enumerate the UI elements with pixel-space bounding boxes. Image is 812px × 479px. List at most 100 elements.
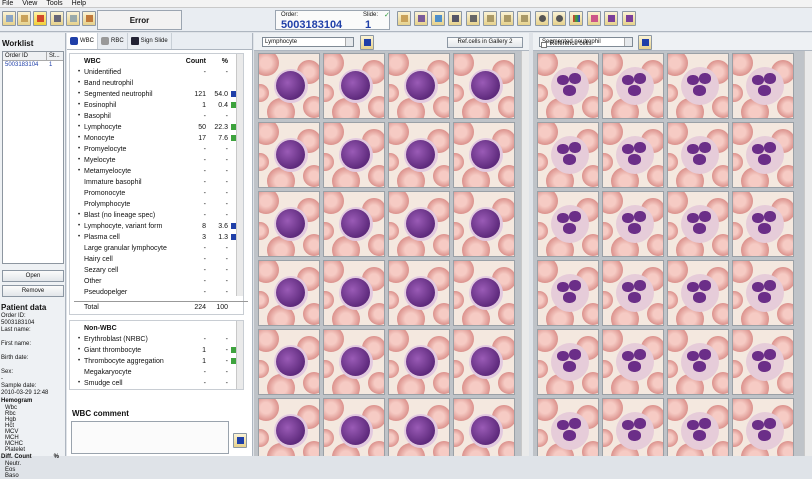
tab-rbc[interactable]: RBC <box>98 33 128 49</box>
menu-help[interactable]: Help <box>72 0 86 7</box>
cell-image[interactable]: 4 <box>732 53 794 119</box>
table-row[interactable]: 5003183104 1 <box>3 61 63 69</box>
cell-image[interactable]: 14 <box>323 260 385 326</box>
classification-row[interactable]: • Monocyte 17 7.6 <box>74 133 248 144</box>
cell-image[interactable]: 9 <box>258 191 320 257</box>
overlay-icon[interactable] <box>587 11 601 26</box>
cell-image[interactable]: 23 <box>388 398 450 456</box>
folder-icon[interactable] <box>17 11 31 26</box>
cell-icon[interactable] <box>604 11 618 26</box>
classification-row[interactable]: • Myelocyte - - <box>74 155 248 166</box>
menu-tools[interactable]: Tools <box>46 0 62 7</box>
cell-image[interactable]: 6 <box>602 122 664 188</box>
classification-row[interactable]: • Thrombocyte aggregation 1 - <box>74 356 248 367</box>
classification-row[interactable]: • Lymphocyte 50 22.3 <box>74 122 248 133</box>
classification-row[interactable]: Hairy cell - - <box>74 254 248 265</box>
settings-icon[interactable] <box>66 11 80 26</box>
classification-row[interactable]: Other - - <box>74 276 248 287</box>
cell-image[interactable]: 13 <box>258 260 320 326</box>
cell-image[interactable]: 13 <box>537 260 599 326</box>
report-icon[interactable] <box>82 11 96 26</box>
menu-file[interactable]: File <box>2 0 13 7</box>
classification-row[interactable]: • Metamyelocyte - - <box>74 166 248 177</box>
cell-select-icon[interactable] <box>622 11 636 26</box>
cell-image[interactable]: 22 <box>602 398 664 456</box>
grid-small-icon[interactable] <box>483 11 497 26</box>
tab-wbc[interactable]: WBC <box>67 33 98 49</box>
chart-icon[interactable] <box>448 11 462 26</box>
cell-image[interactable]: 4 <box>453 53 515 119</box>
column-order-id[interactable]: Order ID <box>3 52 47 60</box>
gallery-scrollbar[interactable] <box>804 51 812 456</box>
cell-image[interactable]: 3 <box>388 53 450 119</box>
cell-image[interactable]: 17 <box>258 329 320 395</box>
wbc-table[interactable]: WBC Count % • Unidentified - - • Band ne… <box>69 53 248 315</box>
gallery2-book-icon[interactable] <box>638 35 652 50</box>
cell-image[interactable]: 3 <box>667 53 729 119</box>
cell-image[interactable]: 11 <box>667 191 729 257</box>
cell-image[interactable]: 23 <box>667 398 729 456</box>
classification-row[interactable]: • Plasma cell 3 1.3 <box>74 232 248 243</box>
cell-image[interactable]: 6 <box>323 122 385 188</box>
cell-image[interactable]: 5 <box>258 122 320 188</box>
gallery-scrollbar[interactable] <box>521 51 529 456</box>
gallery1[interactable]: 123456789101112131415161718192021222324 <box>254 51 529 456</box>
cell-image[interactable]: 20 <box>732 329 794 395</box>
cell-image[interactable]: 21 <box>537 398 599 456</box>
cell-image[interactable]: 20 <box>453 329 515 395</box>
nonwbc-table[interactable]: Non-WBC • Erythroblast (NRBC) - - • Gian… <box>69 320 244 390</box>
cell-image[interactable]: 10 <box>602 191 664 257</box>
cell-image[interactable]: 2 <box>602 53 664 119</box>
cell-image[interactable]: 16 <box>732 260 794 326</box>
gallery2[interactable]: 123456789101112131415161718192021222324 <box>533 51 812 456</box>
cell-image[interactable]: 16 <box>453 260 515 326</box>
cell-image[interactable]: 18 <box>602 329 664 395</box>
cell-image[interactable]: 1 <box>258 53 320 119</box>
worklist-table[interactable]: Order ID St... 5003183104 1 <box>2 51 64 264</box>
cell-image[interactable]: 12 <box>732 191 794 257</box>
classification-row[interactable]: • Lymphocyte, variant form 8 3.6 <box>74 221 248 232</box>
wbc-comment-input[interactable] <box>71 421 229 454</box>
zoom-out-icon[interactable] <box>552 11 566 26</box>
column-status[interactable]: St... <box>47 52 60 60</box>
monitor-icon[interactable] <box>466 11 480 26</box>
comment-edit-icon[interactable] <box>233 433 247 448</box>
cell-image[interactable]: 22 <box>323 398 385 456</box>
worklist-icon[interactable] <box>2 11 16 26</box>
person-icon[interactable] <box>414 11 428 26</box>
classification-row[interactable]: • Smudge cell - - <box>74 378 248 389</box>
remove-button[interactable]: Remove <box>2 285 64 297</box>
classification-row[interactable]: • Eosinophil 1 0.4 <box>74 100 248 111</box>
cell-image[interactable]: 12 <box>453 191 515 257</box>
cell-image[interactable]: 18 <box>323 329 385 395</box>
gallery1-cell-type-select[interactable]: Lymphocyte <box>262 37 354 47</box>
classification-row[interactable]: • Blast (no lineage spec) - - <box>74 210 248 221</box>
classification-row[interactable]: • Unidentified - - <box>74 67 248 78</box>
classification-row[interactable]: Promonocyte - - <box>74 188 248 199</box>
open-button[interactable]: Open <box>2 270 64 282</box>
classification-row[interactable]: Large granular lymphocyte - - <box>74 243 248 254</box>
cell-image[interactable]: 15 <box>667 260 729 326</box>
classification-row[interactable]: Immature basophil - - <box>74 177 248 188</box>
cell-image[interactable]: 1 <box>537 53 599 119</box>
gallery1-book-icon[interactable] <box>360 35 374 50</box>
cell-image[interactable]: 11 <box>388 191 450 257</box>
reference-cells-checkbox[interactable] <box>541 42 547 48</box>
menu-view[interactable]: View <box>22 0 37 7</box>
cell-image[interactable]: 7 <box>667 122 729 188</box>
cell-image[interactable]: 7 <box>388 122 450 188</box>
cell-image[interactable]: 24 <box>453 398 515 456</box>
grid-medium-icon[interactable] <box>500 11 514 26</box>
tab-sign-slide[interactable]: Sign Slide <box>128 33 172 49</box>
cell-image[interactable]: 8 <box>453 122 515 188</box>
classification-row[interactable]: • Band neutrophil <box>74 78 248 89</box>
classification-row[interactable]: • Segmented neutrophil 121 54.0 <box>74 89 248 100</box>
classification-row[interactable]: • Erythroblast (NRBC) - - <box>74 334 248 345</box>
wbc-scrollbar[interactable] <box>236 54 243 296</box>
image-icon[interactable] <box>431 11 445 26</box>
classification-row[interactable]: • Basophil - - <box>74 111 248 122</box>
classification-row[interactable]: • Giant thrombocyte 1 - <box>74 345 248 356</box>
classification-row[interactable]: Megakaryocyte - - <box>74 367 248 378</box>
classification-row[interactable]: • Promyelocyte - - <box>74 144 248 155</box>
cell-image[interactable]: 24 <box>732 398 794 456</box>
